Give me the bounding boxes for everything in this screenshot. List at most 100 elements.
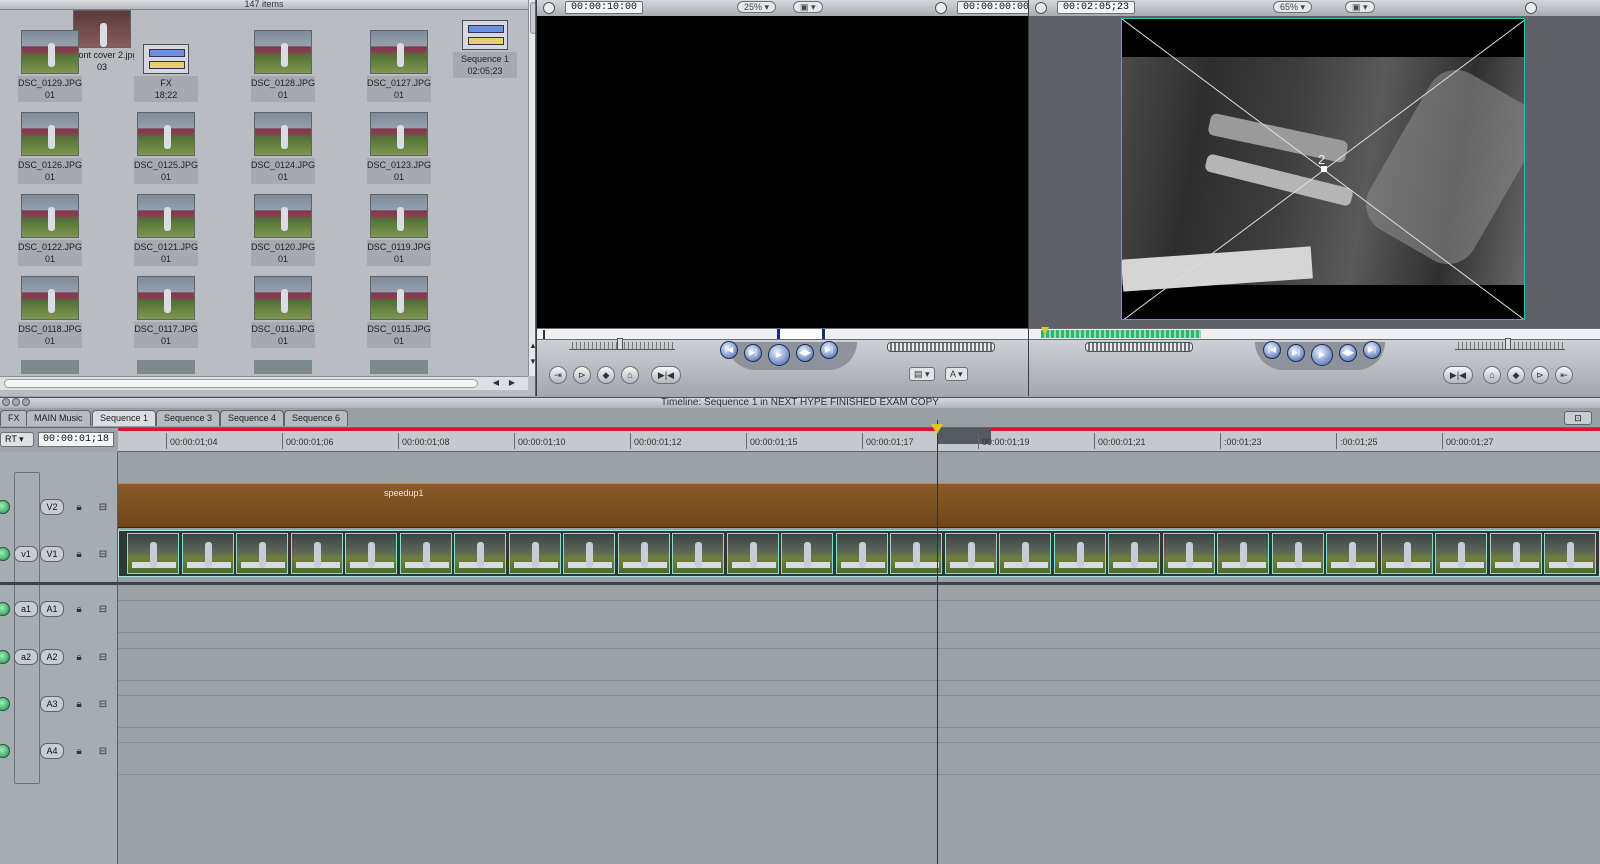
auto-select-icon[interactable]: ⊟: [97, 502, 109, 513]
shuttle-knob[interactable]: [617, 338, 623, 350]
jog-wheel[interactable]: [1085, 342, 1193, 352]
scroll-left-icon[interactable]: ◀: [490, 377, 502, 389]
track-destination-a2[interactable]: A2: [40, 649, 64, 665]
add-keyframe-icon[interactable]: ◆: [1507, 366, 1525, 384]
browser-item[interactable]: DSC_0124.JPG 01: [251, 112, 315, 186]
viewer-zoom-dropdown[interactable]: 25% ▾: [737, 1, 777, 13]
browser-item[interactable]: DSC_0120.JPG 01: [251, 194, 315, 268]
mark-in-out-icon[interactable]: ▶|◀: [651, 366, 681, 384]
go-to-previous-edit-icon[interactable]: |◀: [1263, 341, 1281, 359]
rt-menu[interactable]: RT ▾: [0, 432, 34, 447]
play-around-current-icon[interactable]: ◀▶: [796, 344, 814, 362]
scroll-up-icon[interactable]: ▲: [527, 340, 535, 352]
lock-icon[interactable]: 🔒︎: [74, 502, 84, 513]
track-visibility-icon[interactable]: [0, 547, 10, 561]
go-to-next-edit-icon[interactable]: ▶|: [1363, 341, 1381, 359]
browser-item[interactable]: DSC_0119.JPG 01: [367, 194, 431, 268]
browser-item[interactable]: DSC_0127.JPG 01: [367, 30, 431, 104]
canvas-video-area[interactable]: 2: [1029, 16, 1600, 328]
match-frame-icon[interactable]: ⇤: [1555, 366, 1573, 384]
mark-in-out-icon[interactable]: ▶|◀: [1443, 366, 1473, 384]
zoom-window-icon[interactable]: [22, 398, 30, 406]
lock-icon[interactable]: 🔒︎: [74, 549, 84, 560]
v2-clip-speedup1[interactable]: speedup1: [118, 483, 1600, 528]
browser-item[interactable]: DSC_0115.JPG 01: [367, 276, 431, 350]
lock-icon[interactable]: 🔒︎: [74, 604, 84, 615]
browser-item[interactable]: FX 18;22: [134, 44, 198, 118]
track-source-a1[interactable]: a1: [14, 601, 38, 617]
tab-sequence-4[interactable]: Sequence 4: [220, 410, 285, 426]
recent-clips-dropdown[interactable]: ▤ ▾: [909, 367, 935, 381]
viewer-current-timecode[interactable]: 00:00:00:00: [957, 1, 1028, 14]
minimize-window-icon[interactable]: [12, 398, 20, 406]
go-to-previous-edit-icon[interactable]: |◀: [720, 341, 738, 359]
jog-wheel[interactable]: [887, 342, 995, 352]
tab-sequence-1[interactable]: Sequence 1: [92, 410, 157, 426]
track-destination-a3[interactable]: A3: [40, 696, 64, 712]
browser-item[interactable]: Sequence 1 02:05;23: [453, 20, 517, 94]
lock-icon[interactable]: 🔒︎: [74, 699, 84, 710]
timeline-ruler[interactable]: 00:00:01;04 00:00:01;06 00:00:01;08 00:0…: [118, 428, 1600, 452]
generator-dropdown[interactable]: A ▾: [945, 367, 968, 381]
browser-horizontal-scrollbar[interactable]: ◀ ▶: [0, 376, 528, 390]
track-destination-v2[interactable]: V2: [40, 499, 64, 515]
video-audio-divider[interactable]: [0, 582, 118, 585]
tab-sequence-6[interactable]: Sequence 6: [284, 410, 349, 426]
add-marker-icon[interactable]: ⌂: [621, 366, 639, 384]
auto-select-icon[interactable]: ⊟: [97, 746, 109, 757]
browser-item[interactable]: DSC_0126.JPG 01: [18, 112, 82, 186]
track-source-v1[interactable]: v1: [14, 546, 38, 562]
snapping-toggle-icon[interactable]: ⊡: [1564, 411, 1592, 425]
browser-item[interactable]: DSC_0125.JPG 01: [134, 112, 198, 186]
in-out-range[interactable]: [777, 329, 825, 339]
track-visibility-icon[interactable]: [0, 500, 10, 514]
browser-item[interactable]: DSC_0117.JPG 01: [134, 276, 198, 350]
tab-sequence-3[interactable]: Sequence 3: [156, 410, 221, 426]
add-marker-icon[interactable]: ⌂: [1483, 366, 1501, 384]
viewer-scrubber-bar[interactable]: [537, 328, 1028, 340]
close-window-icon[interactable]: [2, 398, 10, 406]
play-around-current-icon[interactable]: ◀▶: [1339, 344, 1357, 362]
audio-enable-icon[interactable]: [0, 744, 10, 758]
scroll-thumb[interactable]: [4, 379, 478, 388]
canvas-scrubber-bar[interactable]: [1029, 327, 1600, 340]
track-destination-v1[interactable]: V1: [40, 546, 64, 562]
playhead-marker[interactable]: [543, 330, 549, 339]
play-in-to-out-icon[interactable]: ▶|: [1287, 344, 1305, 362]
lock-icon[interactable]: 🔒︎: [74, 746, 84, 757]
scroll-right-icon[interactable]: ▶: [506, 377, 518, 389]
browser-item[interactable]: DSC_0122.JPG 01: [18, 194, 82, 268]
viewer-view-dropdown[interactable]: ▣ ▾: [793, 1, 823, 13]
lock-icon[interactable]: 🔒︎: [74, 652, 84, 663]
mark-clip-icon[interactable]: ⊳: [573, 366, 591, 384]
tab-fx[interactable]: FX: [0, 410, 28, 426]
viewer-duration-timecode[interactable]: 00:00:10:00: [565, 1, 644, 14]
auto-select-icon[interactable]: ⊟: [97, 652, 109, 663]
browser-item[interactable]: DSC_0121.JPG 01: [134, 194, 198, 268]
track-source-a2[interactable]: a2: [14, 649, 38, 665]
canvas-view-dropdown[interactable]: ▣ ▾: [1345, 1, 1375, 13]
browser-item[interactable]: DSC_0123.JPG 01: [367, 112, 431, 186]
auto-select-icon[interactable]: ⊟: [97, 699, 109, 710]
audio-enable-icon[interactable]: [0, 650, 10, 664]
match-frame-icon[interactable]: ⇥: [549, 366, 567, 384]
play-in-to-out-icon[interactable]: ▶|: [744, 344, 762, 362]
auto-select-icon[interactable]: ⊟: [97, 604, 109, 615]
track-destination-a4[interactable]: A4: [40, 743, 64, 759]
canvas-zoom-dropdown[interactable]: 65% ▾: [1273, 1, 1313, 13]
canvas-duration-timecode[interactable]: 00:02:05;23: [1057, 1, 1136, 14]
track-destination-a1[interactable]: A1: [40, 601, 64, 617]
browser-item[interactable]: DSC_0128.JPG 01: [251, 30, 315, 104]
play-icon[interactable]: ▶: [768, 344, 790, 366]
scroll-down-icon[interactable]: ▼: [527, 356, 535, 368]
auto-select-icon[interactable]: ⊟: [97, 549, 109, 560]
mark-clip-icon[interactable]: ⊳: [1531, 366, 1549, 384]
sequence-current-timecode[interactable]: 00:00:01;18: [38, 432, 114, 447]
audio-enable-icon[interactable]: [0, 697, 10, 711]
browser-vertical-scrollbar[interactable]: ▲ ▼: [527, 0, 535, 376]
tab-main-music[interactable]: MAIN Music: [26, 410, 91, 426]
track-lanes[interactable]: speedup1: [118, 452, 1600, 864]
browser-item[interactable]: DSC_0118.JPG 01: [18, 276, 82, 350]
play-icon[interactable]: ▶: [1311, 344, 1333, 366]
browser-item[interactable]: DSC_0116.JPG 01: [251, 276, 315, 350]
